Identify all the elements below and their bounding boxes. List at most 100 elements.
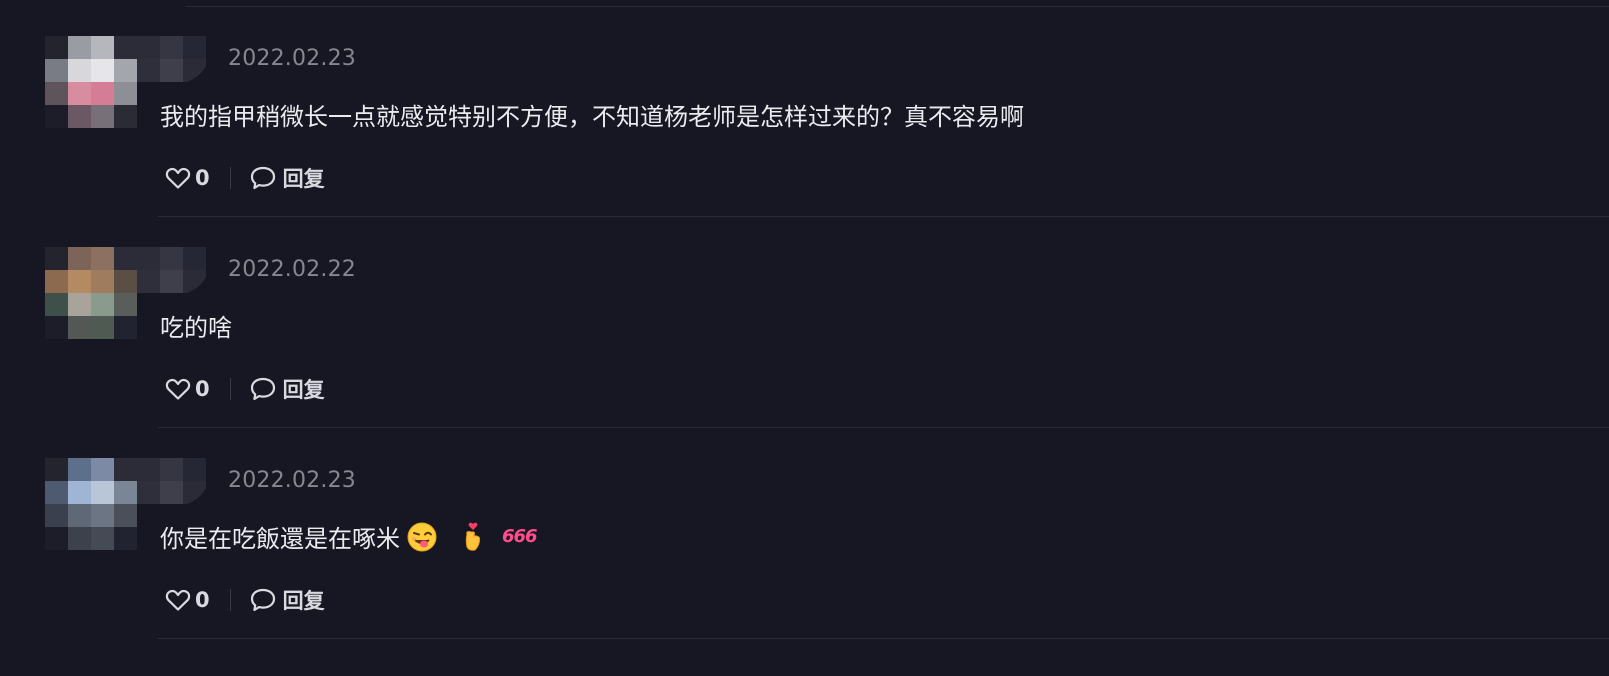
username-pixel [160,247,183,270]
avatar-pixel [45,270,68,293]
chat-bubble-icon [250,588,275,612]
like-button[interactable]: 0 [165,588,210,612]
chat-bubble-icon [250,166,275,190]
comment-actions: 0 回复 [165,163,325,193]
username-pixel [183,270,206,293]
avatar-pixel [91,82,114,105]
avatar-pixel [68,481,91,504]
reply-button[interactable]: 回复 [249,163,325,193]
comment-text: 你是在吃飯還是在啄米 666 [160,519,538,554]
username-pixel [160,270,183,293]
comment-date: 2022.02.23 [228,468,356,493]
avatar-pixel [91,293,114,316]
avatar-pixel [45,36,68,59]
avatar-pixel [114,293,137,316]
avatar-pixel [45,105,68,128]
avatar-pixel [114,59,137,82]
heart-outline-icon [165,167,191,189]
avatar-pixel [68,458,91,481]
comment-date: 2022.02.22 [228,257,356,282]
username-pixel [183,247,206,270]
avatar-pixel [45,82,68,105]
username-pixel [160,481,183,504]
username-pixel [183,458,206,481]
avatar-pixel [68,247,91,270]
avatar-pixel [91,247,114,270]
avatar-pixel [114,316,137,339]
avatar-pixel [45,504,68,527]
avatar-pixel [114,504,137,527]
comment-text: 吃的啥 [160,308,232,343]
username-pixelated[interactable] [137,36,211,84]
comment-item: 2022.02.23 你是在吃飯還是在啄米 666 0 回复 [0,422,1609,639]
avatar-pixel [114,458,137,481]
comment-text-content: 我的指甲稍微长一点就感觉特别不方便，不知道杨老师是怎样过来的？真不容易啊 [160,103,1024,131]
avatar-pixel [68,36,91,59]
username-pixel [137,36,160,59]
comment-text: 我的指甲稍微长一点就感觉特别不方便，不知道杨老师是怎样过来的？真不容易啊 [160,97,1024,132]
avatar-pixel [68,82,91,105]
reply-button[interactable]: 回复 [249,374,325,404]
avatar-pixel [68,105,91,128]
username-pixelated[interactable] [137,247,211,295]
like-button[interactable]: 0 [165,377,210,401]
username-pixel [137,247,160,270]
avatar-pixel [91,527,114,550]
avatar-pixel [68,59,91,82]
like-count: 0 [195,377,210,401]
username-pixelated[interactable] [137,458,211,506]
username-pixel [137,481,160,504]
like-count: 0 [195,588,210,612]
avatar-pixel [68,504,91,527]
avatar-pixel [91,105,114,128]
avatar-pixel [91,504,114,527]
emoji-666-badge: 666 [502,526,538,547]
reply-label: 回复 [282,589,325,613]
avatar[interactable] [45,247,137,339]
avatar-pixel [45,458,68,481]
avatar-pixel [45,59,68,82]
avatar-pixel [45,527,68,550]
avatar-pixel [114,270,137,293]
username-pixel [137,270,160,293]
avatar-pixel [114,247,137,270]
avatar-pixel [91,316,114,339]
avatar-pixel [68,270,91,293]
reply-button[interactable]: 回复 [249,585,325,615]
avatar-pixel [45,247,68,270]
comment-text-content: 你是在吃飯還是在啄米 [160,525,400,553]
reply-label: 回复 [282,167,325,191]
chat-bubble-icon [250,377,275,401]
like-count: 0 [195,166,210,190]
username-pixel [137,59,160,82]
action-separator [229,167,231,189]
avatar-pixel [45,293,68,316]
avatar-pixel [45,316,68,339]
avatar-pixel [68,527,91,550]
reply-label: 回复 [282,378,325,402]
avatar[interactable] [45,36,137,128]
avatar[interactable] [45,458,137,550]
username-pixel [183,481,206,504]
avatar-pixel [68,316,91,339]
avatar-pixel [91,270,114,293]
action-separator [229,378,231,400]
avatar-pixel [91,59,114,82]
winking-tongue-emoji-icon [407,522,437,551]
username-pixel [137,458,160,481]
username-pixel [183,59,206,82]
avatar-pixel [114,105,137,128]
comment-divider [158,638,1609,639]
heart-outline-icon [165,589,191,611]
avatar-pixel [114,481,137,504]
comment-item: 2022.02.22 吃的啥 0 回复 [0,211,1609,428]
username-pixel [160,458,183,481]
comment-item: 2022.02.23 我的指甲稍微长一点就感觉特别不方便，不知道杨老师是怎样过来… [0,0,1609,217]
avatar-pixel [114,527,137,550]
comment-date: 2022.02.23 [228,46,356,71]
avatar-pixel [91,481,114,504]
username-pixel [183,36,206,59]
like-button[interactable]: 0 [165,166,210,190]
comment-actions: 0 回复 [165,374,325,404]
avatar-pixel [45,481,68,504]
